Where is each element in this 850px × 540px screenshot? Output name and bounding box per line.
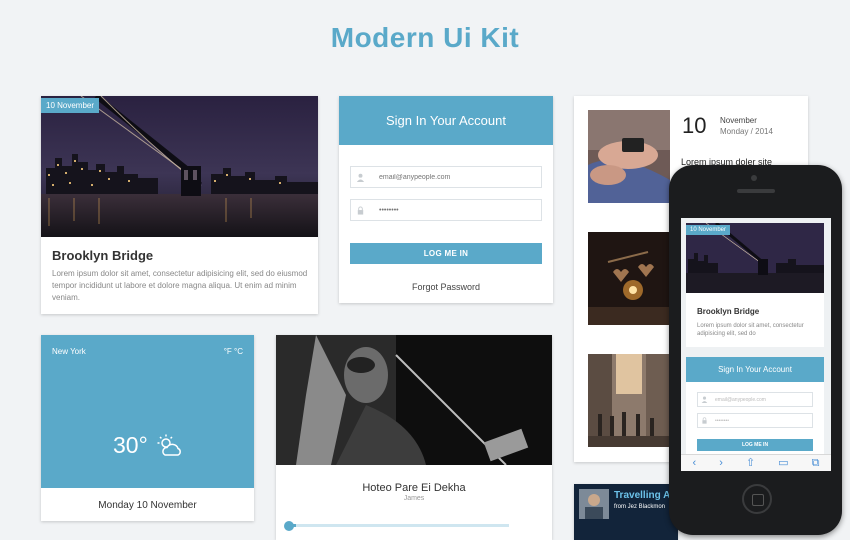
- speaker-grille: [737, 189, 775, 193]
- mobile-card-text: Lorem ipsum dolor sit amet, consectetur …: [697, 323, 804, 337]
- signin-card: Sign In Your Account LOG ME IN Forgot Pa…: [339, 96, 553, 303]
- mobile-bridge-photo: 10 November: [686, 223, 824, 293]
- mobile-signin-header: Sign In Your Account: [686, 357, 824, 382]
- weather-card: New York °F °C 30° Monday 10 November: [41, 335, 254, 521]
- lock-icon: [351, 200, 369, 220]
- forgot-password-link[interactable]: Forgot Password: [339, 282, 553, 292]
- phone-screen: 10 November Brooklyn Bridge Lorem ipsum …: [681, 218, 831, 471]
- weather-temperature: 30°: [113, 432, 148, 458]
- mobile-card-title: Brooklyn Bridge: [697, 307, 760, 316]
- weather-panel: New York °F °C 30°: [41, 335, 254, 488]
- card-text: Lorem ipsum dolor sit amet, consectetur …: [52, 269, 308, 302]
- city-street-photo[interactable]: [588, 354, 670, 447]
- video-byline: from Jez Blackmon: [614, 504, 666, 510]
- candle-ornament-photo[interactable]: [588, 232, 670, 325]
- page-title: Modern Ui Kit: [330, 22, 520, 53]
- mobile-brooklyn-card[interactable]: 10 November Brooklyn Bridge Lorem ipsum …: [686, 223, 824, 347]
- feed-month: November: [720, 116, 757, 125]
- partly-cloudy-icon: [157, 434, 183, 463]
- card-title: Brooklyn Bridge: [52, 248, 154, 263]
- track-title: Hoteo Pare Ei Dekha: [362, 482, 466, 494]
- mobile-password-field[interactable]: ••••••••: [697, 413, 813, 428]
- brooklyn-bridge-card[interactable]: 10 November Brooklyn Bridge Lorem ipsum …: [41, 96, 318, 314]
- camera-icon: [751, 175, 757, 181]
- progress-track[interactable]: [289, 524, 509, 527]
- password-field[interactable]: [350, 199, 542, 221]
- share-icon[interactable]: ⇧: [746, 457, 755, 469]
- progress-knob[interactable]: [284, 521, 294, 531]
- video-card[interactable]: Travelling A from Jez Blackmon: [574, 484, 678, 540]
- user-icon: [351, 167, 369, 187]
- feed-weekday-year: Monday / 2014: [720, 127, 773, 136]
- mobile-email-field[interactable]: email@anypeople.com: [697, 392, 813, 407]
- video-thumbnail: [579, 489, 609, 519]
- password-input[interactable]: [369, 206, 529, 214]
- back-icon[interactable]: ‹: [693, 457, 697, 469]
- mobile-password-placeholder: ••••••••: [715, 417, 730, 424]
- weather-date: Monday 10 November: [98, 500, 197, 511]
- temperature-unit-toggle[interactable]: °F °C: [224, 347, 243, 356]
- user-icon: [698, 396, 711, 403]
- music-player-card: Hoteo Pare Ei Dekha James: [276, 335, 552, 540]
- guitarist-photo: [276, 335, 552, 465]
- email-input[interactable]: [369, 173, 529, 181]
- forward-icon[interactable]: ›: [719, 457, 723, 469]
- mobile-date-tag: 10 November: [686, 225, 731, 235]
- tabs-icon[interactable]: ⧉: [812, 457, 820, 469]
- login-button[interactable]: LOG ME IN: [350, 243, 542, 264]
- bridge-night-photo: 10 November: [41, 96, 318, 237]
- signin-header: Sign In Your Account: [339, 96, 553, 145]
- weather-city: New York: [52, 347, 86, 356]
- mobile-email-placeholder: email@anypeople.com: [715, 396, 766, 403]
- email-field[interactable]: [350, 166, 542, 188]
- track-artist: James: [403, 495, 425, 502]
- lock-icon: [698, 417, 711, 424]
- mobile-login-button[interactable]: LOG ME IN: [697, 439, 813, 451]
- feed-day: 10: [682, 113, 707, 138]
- browser-toolbar: ‹ › ⇧ ▭ ⧉: [681, 454, 831, 471]
- video-title: Travelling A: [614, 490, 671, 501]
- date-tag: 10 November: [41, 98, 100, 113]
- home-button[interactable]: [742, 484, 772, 514]
- phone-hands-photo[interactable]: [588, 110, 670, 203]
- bookmarks-icon[interactable]: ▭: [778, 457, 788, 469]
- iphone-mockup: 10 November Brooklyn Bridge Lorem ipsum …: [669, 165, 842, 535]
